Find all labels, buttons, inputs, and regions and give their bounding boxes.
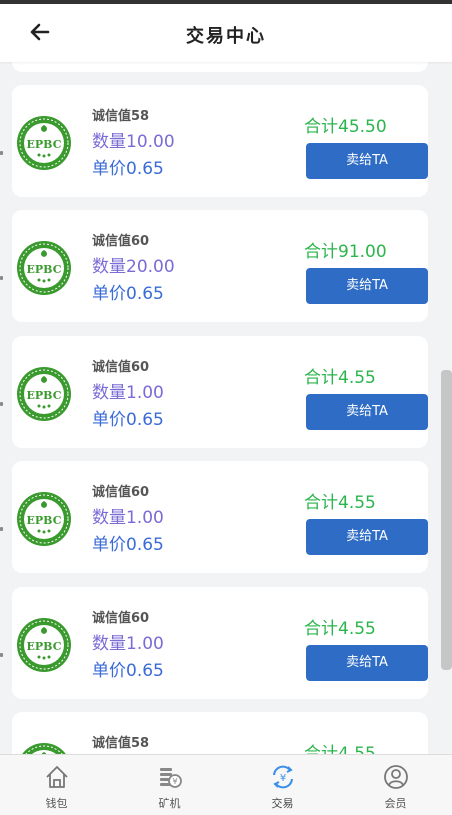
edge-marker bbox=[0, 653, 3, 657]
unit-price-value: 单价0.65 bbox=[92, 410, 164, 430]
order-card: EPBC 诚信值58 合计4.55 bbox=[12, 712, 428, 754]
unit-price-value: 单价0.65 bbox=[92, 284, 164, 304]
unit-price-value: 单价0.65 bbox=[92, 535, 164, 555]
reputation-value: 诚信值60 bbox=[92, 611, 150, 626]
home-icon bbox=[45, 766, 68, 788]
epbc-logo-icon: EPBC bbox=[16, 115, 72, 171]
order-card: EPBC 诚信值60 数量1.00 单价0.65 合计4.55 卖给TA bbox=[0, 336, 428, 448]
quantity-value: 数量1.00 bbox=[92, 634, 164, 654]
svg-text:EPBC: EPBC bbox=[27, 138, 62, 151]
epbc-logo-icon: EPBC bbox=[16, 617, 72, 673]
total-value: 合计4.55 bbox=[304, 368, 376, 388]
tab-wallet[interactable]: 钱包 bbox=[0, 755, 113, 815]
sell-to-button[interactable]: 卖给TA bbox=[306, 394, 428, 430]
tab-member[interactable]: 会员 bbox=[339, 755, 452, 815]
tab-trade[interactable]: ¥ 交易 bbox=[226, 755, 339, 815]
exchange-icon: ¥ bbox=[272, 765, 293, 789]
svg-text:EPBC: EPBC bbox=[27, 514, 62, 527]
total-value: 合计4.55 bbox=[304, 744, 376, 754]
reputation-value: 诚信值60 bbox=[92, 485, 150, 500]
svg-text:¥: ¥ bbox=[172, 777, 177, 786]
reputation-value: 诚信值60 bbox=[92, 234, 150, 249]
order-card: EPBC 诚信值60 数量1.00 单价0.65 合计4.55 卖给TA bbox=[0, 587, 428, 699]
epbc-logo-icon: EPBC bbox=[16, 491, 72, 547]
epbc-logo-icon: EPBC bbox=[16, 240, 72, 296]
quantity-value: 数量10.00 bbox=[92, 132, 175, 152]
quantity-value: 数量20.00 bbox=[92, 257, 175, 277]
page-title: 交易中心 bbox=[186, 26, 266, 47]
total-value: 合计91.00 bbox=[304, 242, 387, 262]
reputation-value: 诚信值60 bbox=[92, 360, 150, 375]
unit-price-value: 单价0.65 bbox=[92, 661, 164, 681]
order-card: EPBC 诚信值60 数量1.00 单价0.65 合计4.55 卖给TA bbox=[0, 461, 428, 573]
quantity-value: 数量1.00 bbox=[92, 383, 164, 403]
tab-label: 钱包 bbox=[45, 797, 68, 810]
svg-text:¥: ¥ bbox=[279, 773, 285, 784]
sell-to-button[interactable]: 卖给TA bbox=[306, 268, 428, 304]
svg-text:EPBC: EPBC bbox=[27, 263, 62, 276]
total-value: 合计4.55 bbox=[304, 619, 376, 639]
sell-to-button[interactable]: 卖给TA bbox=[306, 645, 428, 681]
quantity-value: 数量1.00 bbox=[92, 508, 164, 528]
epbc-logo-icon: EPBC bbox=[16, 366, 72, 422]
tab-label: 矿机 bbox=[158, 797, 181, 810]
svg-text:EPBC: EPBC bbox=[27, 640, 62, 653]
user-icon bbox=[383, 765, 408, 789]
scrollbar[interactable] bbox=[441, 370, 452, 670]
total-value: 合计4.55 bbox=[304, 493, 376, 513]
sell-to-button[interactable]: 卖给TA bbox=[306, 519, 428, 555]
tab-miner[interactable]: ¥ 矿机 bbox=[113, 755, 226, 815]
reputation-value: 诚信值58 bbox=[92, 736, 150, 751]
epbc-logo-icon: EPBC bbox=[16, 742, 72, 754]
tab-label: 交易 bbox=[271, 797, 294, 810]
reputation-value: 诚信值58 bbox=[92, 109, 150, 124]
total-value: 合计45.50 bbox=[304, 117, 387, 137]
edge-marker bbox=[0, 276, 3, 280]
order-list[interactable]: EPBC 诚信值58 数量10.00 单价0.65 合计45.50 卖给TA EPBC … bbox=[0, 62, 452, 754]
order-card: EPBC 诚信值58 数量10.00 单价0.65 合计45.50 卖给TA bbox=[0, 85, 428, 197]
sell-to-button[interactable]: 卖给TA bbox=[306, 143, 428, 179]
list-item bbox=[12, 62, 428, 72]
order-card: EPBC 诚信值60 数量20.00 单价0.65 合计91.00 卖给TA bbox=[0, 210, 428, 322]
svg-text:EPBC: EPBC bbox=[27, 389, 62, 402]
coins-icon: ¥ bbox=[159, 768, 182, 788]
tab-bar: 钱包 ¥ 矿机 ¥ 交易 会员 bbox=[0, 754, 452, 815]
header: 交易中心 bbox=[0, 4, 452, 62]
unit-price-value: 单价0.65 bbox=[92, 159, 164, 179]
edge-marker bbox=[0, 527, 3, 531]
tab-label: 会员 bbox=[384, 797, 407, 810]
edge-marker bbox=[0, 402, 3, 406]
edge-marker bbox=[0, 151, 3, 155]
